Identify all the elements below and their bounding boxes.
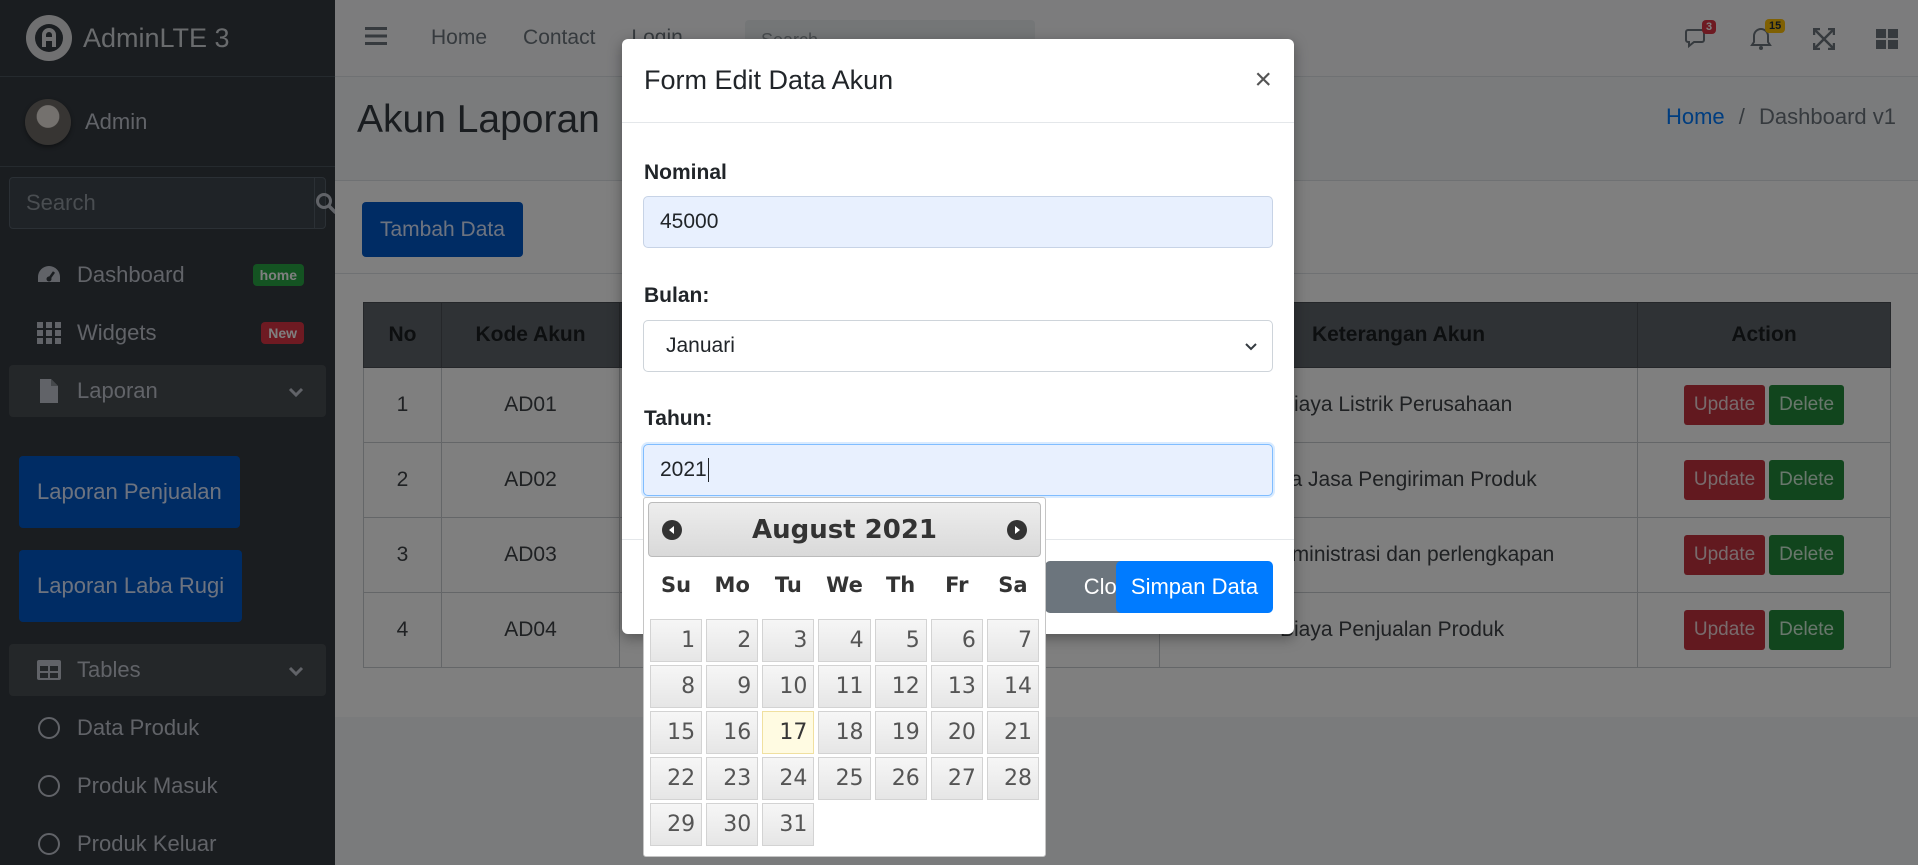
bulan-label: Bulan: xyxy=(644,284,710,307)
day-cell[interactable]: 4 xyxy=(818,619,871,662)
day-cell[interactable]: 20 xyxy=(930,711,983,754)
day-cell[interactable]: 24 xyxy=(762,757,815,800)
day-cell[interactable]: 8 xyxy=(650,665,703,708)
weekday-label: Sa xyxy=(998,573,1028,597)
day-cell[interactable]: 29 xyxy=(650,803,703,846)
day-cell[interactable]: 1 xyxy=(650,619,703,662)
nominal-field[interactable]: 45000 xyxy=(643,196,1273,248)
datepicker-header: August 2021 xyxy=(648,502,1041,557)
weekday-label: Su xyxy=(661,573,692,597)
weekday-label: We xyxy=(826,573,863,597)
day-cell[interactable]: 26 xyxy=(874,757,927,800)
day-grid: 1 2 3 4 5 6 7 8 9 10 11 12 13 14 15 16 17 18 19 20 21 22 23 24 2… xyxy=(648,619,1041,849)
day-cell[interactable]: 16 xyxy=(706,711,759,754)
weekday-label: Mo xyxy=(714,573,750,597)
close-icon[interactable]: × xyxy=(1254,65,1272,95)
day-cell[interactable]: 11 xyxy=(818,665,871,708)
day-cell[interactable]: 23 xyxy=(706,757,759,800)
tahun-input[interactable]: 2021 xyxy=(643,444,1273,496)
day-cell[interactable]: 13 xyxy=(930,665,983,708)
modal-header: Form Edit Data Akun × xyxy=(622,39,1294,123)
day-cell-today[interactable]: 17 xyxy=(762,711,815,754)
weekday-label: Th xyxy=(885,573,916,597)
chevron-down-icon xyxy=(1244,334,1258,358)
day-cell[interactable]: 10 xyxy=(762,665,815,708)
day-cell[interactable]: 22 xyxy=(650,757,703,800)
day-cell[interactable]: 6 xyxy=(930,619,983,662)
day-cell[interactable]: 7 xyxy=(986,619,1039,662)
text-cursor xyxy=(707,458,709,482)
bulan-select[interactable]: Januari xyxy=(643,320,1273,372)
day-cell[interactable]: 2 xyxy=(706,619,759,662)
day-cell[interactable]: 9 xyxy=(706,665,759,708)
day-cell[interactable]: 21 xyxy=(986,711,1039,754)
day-cell[interactable]: 31 xyxy=(762,803,815,846)
day-cell[interactable]: 14 xyxy=(986,665,1039,708)
tahun-value: 2021 xyxy=(660,458,707,481)
modal-title: Form Edit Data Akun xyxy=(644,65,894,95)
weekday-header: Su Mo Tu We Th Fr Sa xyxy=(648,573,1041,607)
day-cell[interactable]: 15 xyxy=(650,711,703,754)
day-cell[interactable]: 5 xyxy=(874,619,927,662)
nominal-label: Nominal xyxy=(644,161,727,184)
day-cell[interactable]: 12 xyxy=(874,665,927,708)
next-month-icon[interactable] xyxy=(1007,520,1027,540)
day-cell[interactable]: 28 xyxy=(986,757,1039,800)
datepicker-title: August 2021 xyxy=(751,514,938,545)
weekday-label: Fr xyxy=(945,573,969,597)
datepicker: August 2021 Su Mo Tu We Th Fr Sa 1 2 3 4 5 6 7 8 9 10 11… xyxy=(643,497,1046,857)
day-cell[interactable]: 19 xyxy=(874,711,927,754)
bulan-selected-value: Januari xyxy=(666,334,735,357)
day-cell[interactable]: 18 xyxy=(818,711,871,754)
weekday-label: Tu xyxy=(774,573,802,597)
day-cell[interactable]: 3 xyxy=(762,619,815,662)
day-cell[interactable]: 30 xyxy=(706,803,759,846)
tahun-label: Tahun: xyxy=(644,407,713,430)
simpan-data-button[interactable]: Simpan Data xyxy=(1116,561,1273,613)
day-cell[interactable]: 25 xyxy=(818,757,871,800)
nominal-value: 45000 xyxy=(660,210,719,233)
day-cell[interactable]: 27 xyxy=(930,757,983,800)
prev-month-icon[interactable] xyxy=(662,520,682,540)
